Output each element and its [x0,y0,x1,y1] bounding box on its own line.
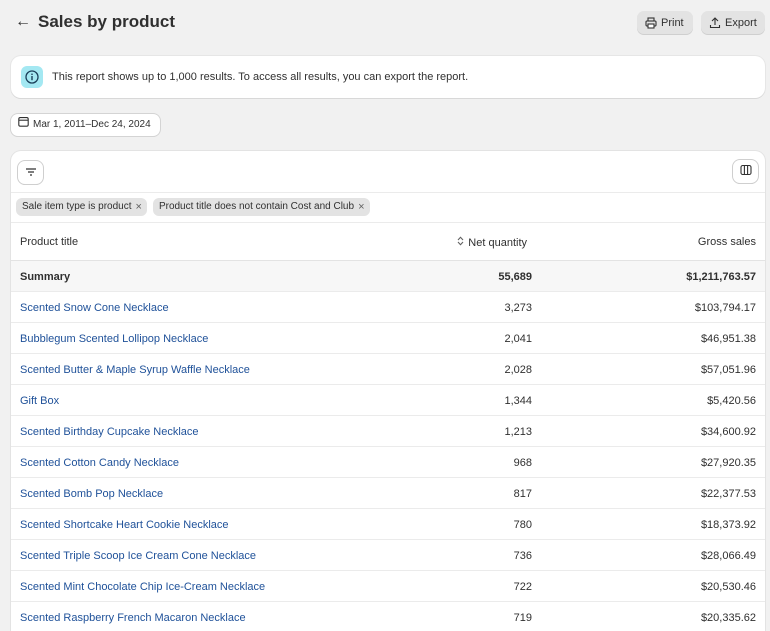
arrow-left-icon: ← [15,13,31,30]
date-range-button[interactable]: Mar 1, 2011–Dec 24, 2024 [11,114,160,136]
print-button[interactable]: Print [637,11,693,35]
filter-chip[interactable]: Sale item type is product × [16,198,147,216]
product-link[interactable]: Scented Butter & Maple Syrup Waffle Neck… [20,363,250,377]
table-row: Scented Raspberry French Macaron Necklac… [11,602,765,631]
table-row: Scented Cotton Candy Necklace 968 $27,92… [11,447,765,478]
column-header-net-quantity[interactable]: Net quantity [457,236,527,249]
product-link[interactable]: Scented Birthday Cupcake Necklace [20,425,199,439]
columns-button[interactable] [733,160,758,183]
page-header: ← Sales by product Print Export [0,0,770,46]
print-label: Print [661,17,684,29]
net-quantity-cell: 2,041 [504,333,532,345]
filter-chips: Sale item type is product × Product titl… [16,198,370,216]
table-row: Scented Bomb Pop Necklace 817 $22,377.53 [11,478,765,509]
info-icon [21,66,43,88]
summary-title: Summary [20,271,71,283]
filter-chip-label: Product title does not contain Cost and … [158,201,355,212]
close-icon[interactable]: × [136,198,142,216]
divider [11,192,765,193]
gross-sales-cell: $46,951.38 [700,333,756,345]
table-row: Scented Snow Cone Necklace 3,273 $103,79… [11,292,765,323]
printer-icon [645,17,657,29]
net-quantity-cell: 722 [513,581,532,593]
sort-icon [457,236,464,249]
net-quantity-cell: 2,028 [504,364,532,376]
columns-icon [739,163,752,181]
export-label: Export [725,17,757,29]
gross-sales-cell: $22,377.53 [700,488,756,500]
table-row: Scented Shortcake Heart Cookie Necklace … [11,509,765,540]
product-link[interactable]: Scented Triple Scoop Ice Cream Cone Neck… [20,549,256,563]
info-banner: This report shows up to 1,000 results. T… [11,56,765,98]
gross-sales-cell: $20,530.46 [700,581,756,593]
net-quantity-cell: 780 [513,519,532,531]
banner-text: This report shows up to 1,000 results. T… [52,71,469,83]
product-link[interactable]: Bubblegum Scented Lollipop Necklace [20,332,208,346]
page-title: Sales by product [38,12,175,31]
filter-button[interactable] [18,161,43,184]
net-quantity-cell: 1,344 [504,395,532,407]
date-range-label: Mar 1, 2011–Dec 24, 2024 [33,119,151,130]
product-link[interactable]: Scented Raspberry French Macaron Necklac… [20,611,246,625]
net-quantity-cell: 817 [513,488,532,500]
filter-chip-label: Sale item type is product [22,201,132,212]
summary-net-quantity: 55,689 [498,271,532,283]
gross-sales-cell: $28,066.49 [700,550,756,562]
table-row: Scented Triple Scoop Ice Cream Cone Neck… [11,540,765,571]
table-row: Scented Butter & Maple Syrup Waffle Neck… [11,354,765,385]
summary-row: Summary 55,689 $1,211,763.57 [11,261,765,292]
product-link[interactable]: Scented Cotton Candy Necklace [20,456,179,470]
net-quantity-cell: 719 [513,612,532,624]
gross-sales-cell: $57,051.96 [700,364,756,376]
net-quantity-cell: 736 [513,550,532,562]
gross-sales-cell: $103,794.17 [694,302,756,314]
table-row: Bubblegum Scented Lollipop Necklace 2,04… [11,323,765,354]
report-card: Sale item type is product × Product titl… [11,151,765,631]
filter-icon [25,164,37,182]
table-row: Gift Box 1,344 $5,420.56 [11,385,765,416]
column-header-product-title[interactable]: Product title [20,236,78,248]
table-row: Scented Mint Chocolate Chip Ice-Cream Ne… [11,571,765,602]
table-header: Product title Net quantity Gross sales [11,223,765,261]
gross-sales-cell: $20,335.62 [700,612,756,624]
gross-sales-cell: $34,600.92 [700,426,756,438]
product-link[interactable]: Scented Mint Chocolate Chip Ice-Cream Ne… [20,580,265,594]
close-icon[interactable]: × [358,198,364,216]
product-link[interactable]: Scented Shortcake Heart Cookie Necklace [20,518,229,532]
gross-sales-cell: $5,420.56 [707,395,756,407]
gross-sales-cell: $27,920.35 [700,457,756,469]
product-link[interactable]: Scented Bomb Pop Necklace [20,487,163,501]
gross-sales-cell: $18,373.92 [700,519,756,531]
export-button[interactable]: Export [701,11,765,35]
filter-chip[interactable]: Product title does not contain Cost and … [152,198,370,216]
table-row: Scented Birthday Cupcake Necklace 1,213 … [11,416,765,447]
back-button[interactable]: ← [14,12,32,32]
product-link[interactable]: Scented Snow Cone Necklace [20,301,169,315]
upload-icon [709,17,721,29]
product-link[interactable]: Gift Box [20,394,59,408]
calendar-icon [18,114,29,136]
net-quantity-cell: 3,273 [504,302,532,314]
summary-gross-sales: $1,211,763.57 [686,271,756,283]
net-quantity-cell: 968 [513,457,532,469]
net-quantity-label: Net quantity [468,236,527,249]
column-header-gross-sales[interactable]: Gross sales [698,236,756,248]
net-quantity-cell: 1,213 [504,426,532,438]
